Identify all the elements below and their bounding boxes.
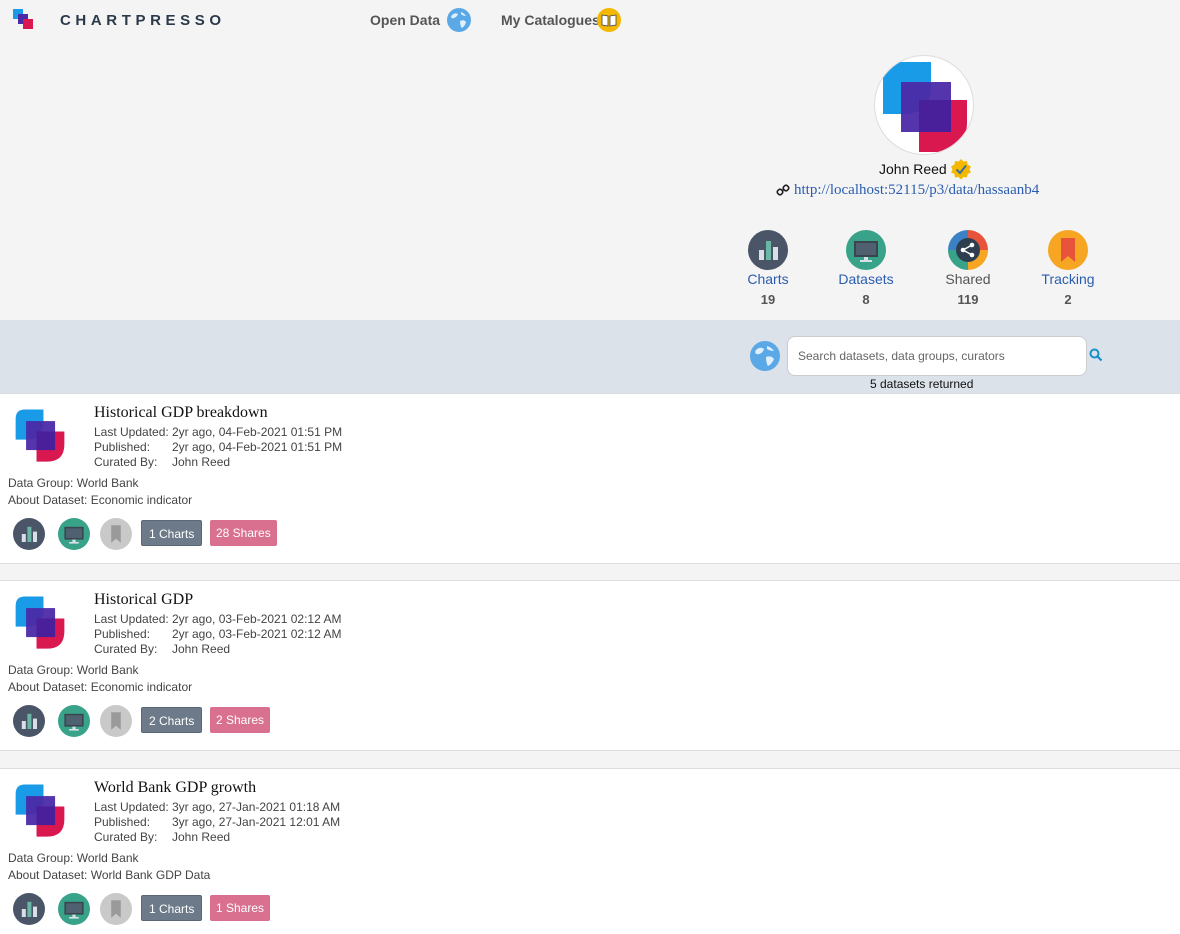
top-nav: CHARTPRESSO Open Data My Catalogues — [0, 0, 1180, 40]
stat-shared[interactable]: Shared 119 — [918, 230, 1018, 307]
search-input[interactable] — [787, 336, 1087, 376]
dataset-data-group: Data Group: World Bank — [8, 851, 139, 865]
dataset-card: Historical GDP Last Updated: 2yr ago, 03-… — [0, 580, 1180, 751]
globe-icon[interactable] — [446, 7, 472, 33]
monitor-action-icon[interactable] — [58, 518, 90, 550]
stat-shared-label: Shared — [945, 271, 991, 287]
dataset-curated-by: Curated By: John Reed — [94, 642, 231, 656]
dataset-last-updated: Last Updated: 2yr ago, 04-Feb-2021 01:51 … — [94, 425, 343, 439]
monitor-action-icon[interactable] — [58, 893, 90, 925]
nav-open-data[interactable]: Open Data — [370, 12, 440, 28]
stat-datasets-count: 8 — [862, 292, 870, 307]
verified-badge-icon — [951, 159, 971, 180]
stat-datasets-label: Datasets — [838, 271, 894, 287]
bookmark-action-icon[interactable] — [100, 518, 132, 550]
charts-count-button[interactable]: 1 Charts — [141, 895, 203, 921]
dataset-data-group: Data Group: World Bank — [8, 476, 139, 490]
dataset-curated-by: Curated By: John Reed — [94, 830, 231, 844]
dataset-logo-icon — [10, 406, 70, 464]
profile-avatar — [874, 55, 974, 155]
bookmark-icon — [1048, 230, 1088, 270]
dataset-published: Published: 2yr ago, 04-Feb-2021 01:51 PM — [94, 440, 343, 454]
charts-icon — [748, 230, 788, 270]
stat-tracking[interactable]: Tracking 2 — [1018, 230, 1118, 307]
shares-count-button[interactable]: 28 Shares — [210, 520, 277, 546]
chart-action-icon[interactable] — [13, 705, 45, 737]
dataset-title[interactable]: Historical GDP breakdown — [94, 404, 268, 422]
monitor-icon — [846, 230, 886, 270]
dataset-about: About Dataset: Economic indicator — [8, 680, 193, 694]
dataset-last-updated: Last Updated: 2yr ago, 03-Feb-2021 02:12 … — [94, 612, 342, 626]
stat-shared-count: 119 — [957, 292, 979, 307]
stat-tracking-count: 2 — [1064, 292, 1072, 307]
share-icon — [948, 230, 988, 270]
dataset-about: About Dataset: World Bank GDP Data — [8, 868, 211, 882]
search-icon[interactable] — [1089, 348, 1103, 362]
dataset-data-group: Data Group: World Bank — [8, 663, 139, 677]
book-icon[interactable] — [596, 7, 622, 33]
dataset-published: Published: 2yr ago, 03-Feb-2021 02:12 AM — [94, 627, 342, 641]
chart-action-icon[interactable] — [13, 893, 45, 925]
chart-action-icon[interactable] — [13, 518, 45, 550]
stat-datasets[interactable]: Datasets 8 — [816, 230, 916, 307]
results-count: 5 datasets returned — [870, 377, 974, 391]
stat-tracking-label: Tracking — [1041, 271, 1095, 287]
stat-charts[interactable]: Charts 19 — [718, 230, 818, 307]
dataset-logo-icon — [10, 781, 70, 839]
search-band: 5 datasets returned — [0, 320, 1180, 393]
dataset-about: About Dataset: Economic indicator — [8, 493, 193, 507]
dataset-card: Historical GDP breakdown Last Updated: 2y… — [0, 393, 1180, 564]
stat-charts-label: Charts — [747, 271, 789, 287]
dataset-published: Published: 3yr ago, 27-Jan-2021 12:01 AM — [94, 815, 341, 829]
dataset-logo-icon — [10, 593, 70, 651]
shares-count-button[interactable]: 1 Shares — [210, 895, 271, 921]
stat-charts-count: 19 — [760, 292, 776, 307]
profile-url-link[interactable]: http://localhost:52115/p3/data/hassaanb4 — [794, 182, 1039, 199]
charts-count-button[interactable]: 1 Charts — [141, 520, 203, 546]
link-icon — [776, 184, 790, 196]
globe-icon — [750, 341, 780, 371]
shares-count-button[interactable]: 2 Shares — [210, 707, 271, 733]
profile-name: John Reed — [879, 161, 947, 177]
dataset-card: World Bank GDP growth Last Updated: 3yr a… — [0, 768, 1180, 934]
monitor-action-icon[interactable] — [58, 705, 90, 737]
dataset-title[interactable]: World Bank GDP growth — [94, 779, 256, 797]
dataset-curated-by: Curated By: John Reed — [94, 455, 231, 469]
dataset-title[interactable]: Historical GDP — [94, 591, 193, 609]
brand-name[interactable]: CHARTPRESSO — [60, 12, 226, 29]
nav-my-catalogues[interactable]: My Catalogues — [501, 12, 600, 28]
charts-count-button[interactable]: 2 Charts — [141, 707, 203, 733]
brand-logo-icon[interactable] — [12, 8, 34, 30]
bookmark-action-icon[interactable] — [100, 893, 132, 925]
bookmark-action-icon[interactable] — [100, 705, 132, 737]
dataset-last-updated: Last Updated: 3yr ago, 27-Jan-2021 01:18 … — [94, 800, 341, 814]
